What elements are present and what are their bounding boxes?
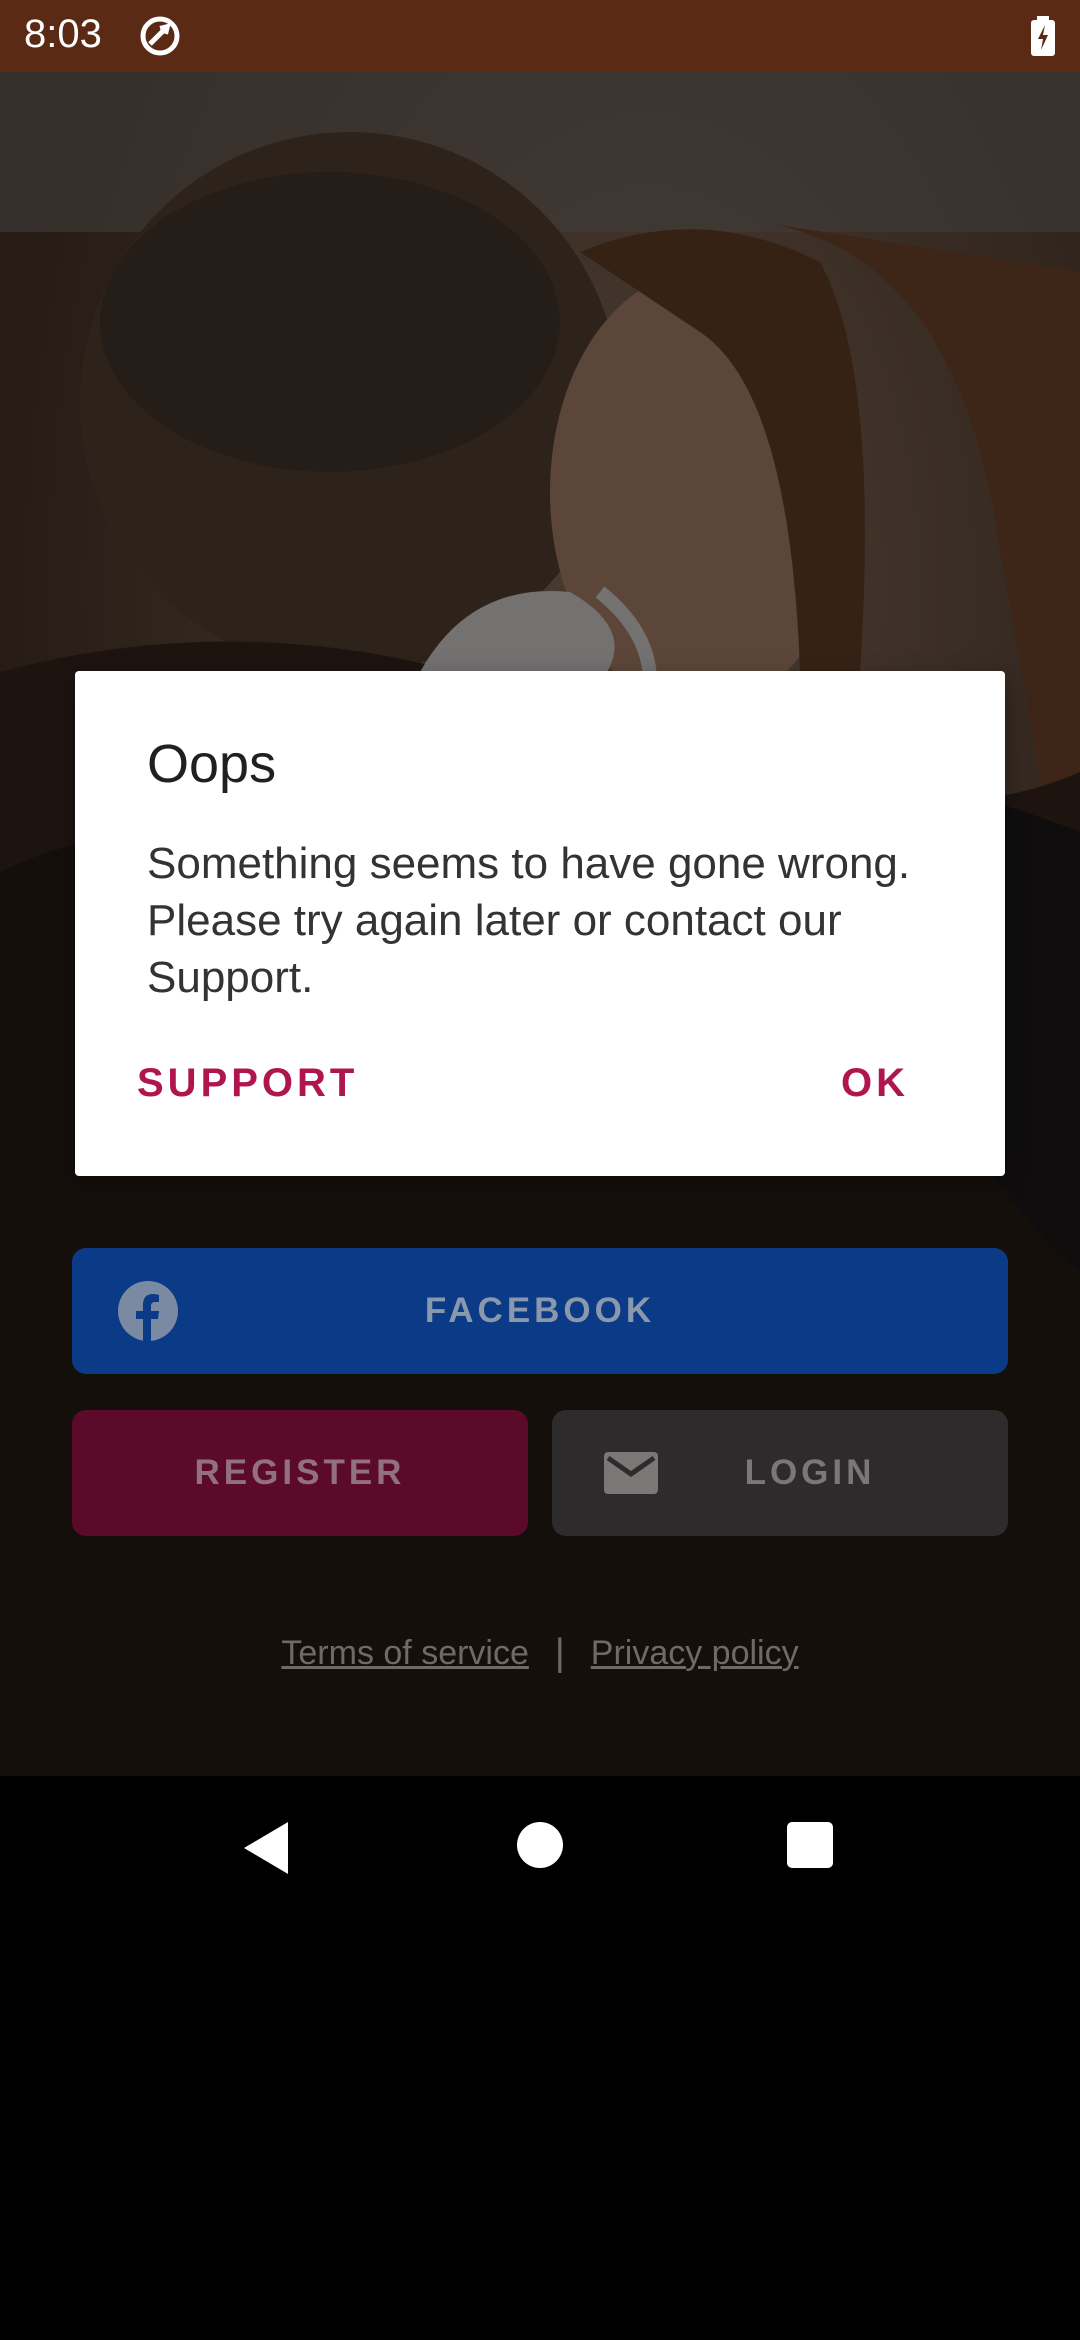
error-dialog: Oops Something seems to have gone wrong.… — [75, 671, 1005, 1176]
navigation-bar — [0, 1776, 1080, 1920]
footer-links: Terms of service | Privacy policy — [0, 1628, 1080, 1678]
mail-icon — [604, 1452, 658, 1494]
status-bar: 8:03 — [0, 0, 1080, 72]
dialog-message: Something seems to have gone wrong. Plea… — [147, 839, 911, 1002]
sync-icon — [140, 16, 180, 56]
login-button-label: LOGIN — [744, 1453, 876, 1492]
ok-button[interactable]: OK — [841, 1061, 909, 1106]
recents-icon[interactable] — [787, 1822, 833, 1868]
dialog-title: Oops — [147, 734, 277, 794]
back-icon[interactable] — [240, 1820, 290, 1876]
status-time: 8:03 — [24, 12, 102, 56]
login-button[interactable]: LOGIN — [552, 1410, 1008, 1536]
register-button-label: REGISTER — [194, 1453, 406, 1492]
privacy-policy-link[interactable]: Privacy policy — [591, 1634, 799, 1673]
footer-separator: | — [554, 1631, 565, 1674]
register-button[interactable]: REGISTER — [72, 1410, 528, 1536]
home-icon[interactable] — [517, 1822, 563, 1868]
support-button[interactable]: SUPPORT — [137, 1061, 358, 1106]
battery-charging-icon — [1031, 16, 1055, 56]
facebook-button-label: FACEBOOK — [424, 1291, 656, 1330]
facebook-icon — [118, 1281, 178, 1341]
terms-of-service-link[interactable]: Terms of service — [281, 1634, 529, 1673]
facebook-login-button[interactable]: FACEBOOK — [72, 1248, 1008, 1374]
